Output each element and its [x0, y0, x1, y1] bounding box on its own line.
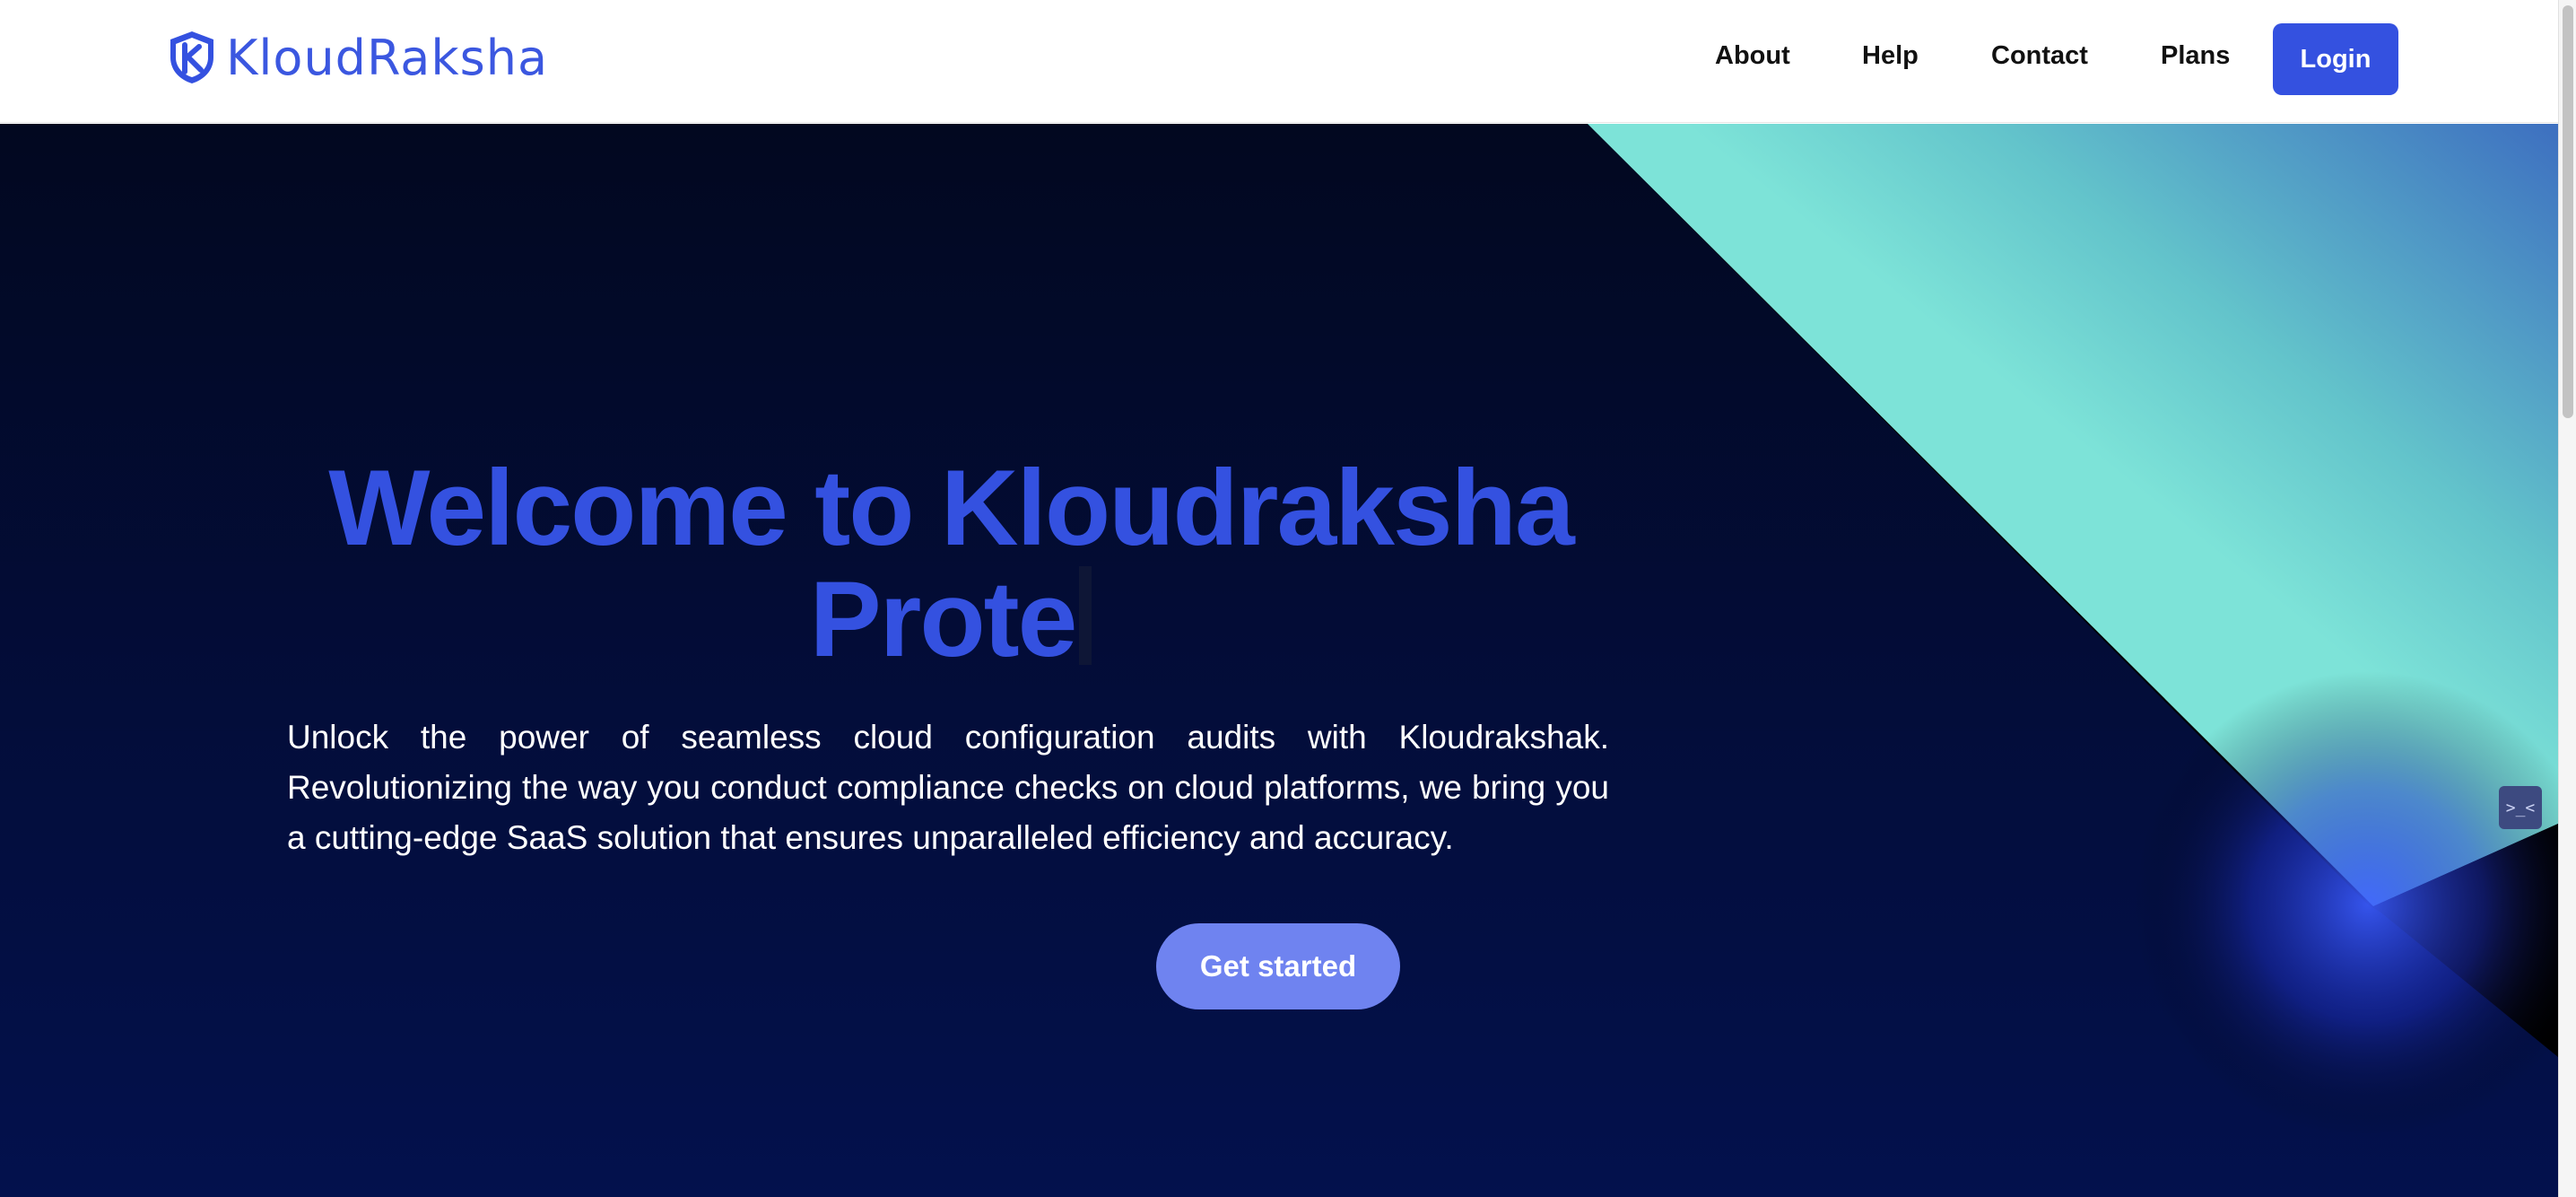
hero-section: Welcome to Kloudraksha Prote Unlock the …: [0, 124, 2558, 1197]
hero-title: Welcome to Kloudraksha Prote: [269, 452, 1632, 675]
logo[interactable]: KloudRaksha: [165, 27, 548, 88]
page-scrollbar[interactable]: [2558, 0, 2576, 1197]
brand-name: KloudRaksha: [226, 29, 549, 86]
page: KloudRaksha About Help Contact Plans Log…: [0, 0, 2576, 1197]
get-started-button[interactable]: Get started: [1156, 923, 1400, 1009]
login-button[interactable]: Login: [2273, 23, 2398, 95]
nav-about-link[interactable]: About: [1715, 41, 1790, 71]
typing-cursor: [1079, 566, 1092, 665]
hero-title-line1: Welcome to Kloudraksha: [328, 448, 1574, 568]
hero-title-line2: Prote: [809, 559, 1078, 679]
shield-icon: [170, 31, 213, 83]
nav-plans-link[interactable]: Plans: [2161, 41, 2230, 71]
terminal-icon[interactable]: >_<: [2499, 786, 2542, 829]
nav-help-link[interactable]: Help: [1862, 41, 1919, 71]
hero-description: Unlock the power of seamless cloud confi…: [287, 719, 1609, 856]
navbar: KloudRaksha About Help Contact Plans Log…: [0, 0, 2558, 123]
nav-contact-link[interactable]: Contact: [1991, 41, 2088, 71]
scrollbar-thumb[interactable]: [2563, 5, 2573, 418]
